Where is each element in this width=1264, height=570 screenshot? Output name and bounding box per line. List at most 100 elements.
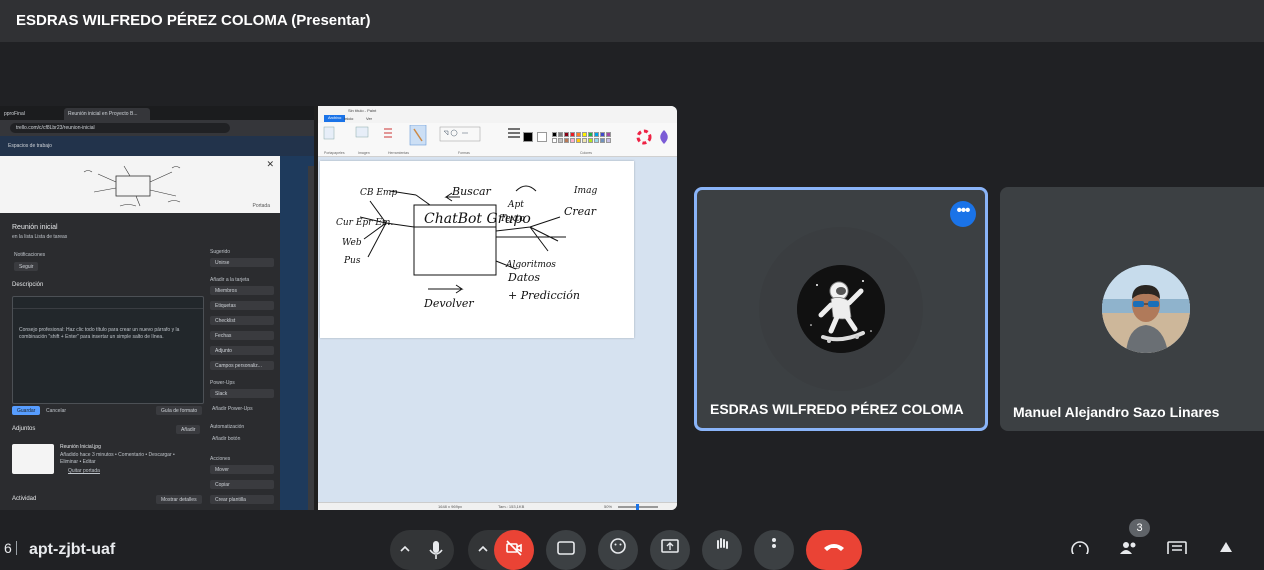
camera-off-button[interactable] bbox=[494, 530, 534, 570]
palette-swatch[interactable] bbox=[576, 132, 581, 137]
canvas-size-text: 1648 x 969px bbox=[438, 504, 463, 509]
browser-tab-active: Reunión inicial en Proyecto B... bbox=[64, 108, 150, 120]
palette-swatch[interactable] bbox=[588, 138, 593, 143]
palette-swatch[interactable] bbox=[552, 138, 557, 143]
meeting-code: apt-zjbt-uaf bbox=[29, 541, 116, 558]
menu-file[interactable]: Archivo bbox=[324, 115, 346, 122]
follow-button[interactable]: Seguir bbox=[14, 262, 39, 271]
palette-swatch[interactable] bbox=[594, 138, 599, 143]
copy-button[interactable]: Copiar bbox=[210, 480, 274, 489]
join-button[interactable]: Unirse bbox=[210, 258, 274, 267]
url-text: trello.com/c/cf8Lbr23/reunion-inicial bbox=[10, 123, 230, 133]
edit-colors-icon[interactable] bbox=[636, 129, 652, 145]
palette-swatch[interactable] bbox=[594, 132, 599, 137]
participant-tile-manuel[interactable]: Manuel Alejandro Sazo Linares bbox=[1000, 187, 1264, 431]
color1-swatch[interactable] bbox=[523, 132, 533, 142]
shared-screen: pproFinal Reunión inicial en Proyecto B.… bbox=[0, 106, 677, 510]
palette-swatch[interactable] bbox=[558, 138, 563, 143]
editor-toolbar bbox=[13, 297, 203, 309]
sketch-devolver-text: Devolver bbox=[423, 297, 474, 310]
svg-text:CB Emp: CB Emp bbox=[360, 188, 397, 198]
more-options-button[interactable]: ••• bbox=[950, 201, 976, 227]
card-title: Reunión inicial bbox=[12, 224, 58, 231]
add-button-link[interactable]: Añadir botón bbox=[212, 436, 240, 442]
sketch-prediccion-text: + Predicción bbox=[508, 289, 580, 302]
palette-swatch[interactable] bbox=[606, 138, 611, 143]
presenter-title: ESDRAS WILFREDO PÉREZ COLOMA (Presentar) bbox=[16, 12, 371, 29]
more-vertical-icon bbox=[772, 538, 776, 548]
palette-swatch[interactable] bbox=[552, 132, 557, 137]
svg-text:Algoritmos: Algoritmos bbox=[505, 260, 556, 270]
microphone-icon[interactable] bbox=[426, 538, 446, 562]
palette-swatch[interactable] bbox=[606, 132, 611, 137]
participant-photo-avatar bbox=[1102, 265, 1190, 353]
trello-window: pproFinal Reunión inicial en Proyecto B.… bbox=[0, 106, 314, 510]
participant-name: ESDRAS WILFREDO PÉREZ COLOMA bbox=[710, 401, 964, 417]
group-clipboard: Portapapeles bbox=[324, 151, 345, 155]
attachment-thumbnail[interactable] bbox=[12, 444, 54, 474]
svg-text:Imag: Imag bbox=[573, 186, 597, 196]
palette-swatch[interactable] bbox=[564, 132, 569, 137]
dates-button[interactable]: Fechas bbox=[210, 331, 274, 340]
checklist-button[interactable]: Checklist bbox=[210, 316, 274, 325]
paint-canvas[interactable]: ChatBot Grupo Buscar Devolver Crear + Pr… bbox=[320, 161, 634, 338]
notifications-label: Notificaciones bbox=[14, 252, 46, 258]
palette-swatch[interactable] bbox=[588, 132, 593, 137]
move-button[interactable]: Mover bbox=[210, 465, 274, 474]
menu-view[interactable]: Ver bbox=[366, 116, 372, 121]
color2-swatch[interactable] bbox=[537, 132, 547, 142]
group-shapes: Formas bbox=[458, 151, 470, 155]
custom-fields-button[interactable]: Campos personaliz... bbox=[210, 361, 274, 370]
participant-name: Manuel Alejandro Sazo Linares bbox=[1013, 404, 1220, 420]
members-button[interactable]: Miembros bbox=[210, 286, 274, 295]
actions-label: Acciones bbox=[210, 456, 231, 462]
raise-hand-button[interactable] bbox=[702, 530, 742, 570]
palette-swatch[interactable] bbox=[558, 132, 563, 137]
chevron-up-icon[interactable] bbox=[398, 542, 412, 556]
more-options-bottom-button[interactable] bbox=[754, 530, 794, 570]
chevron-up-icon[interactable] bbox=[476, 542, 490, 556]
remove-cover-link[interactable]: Quitar portada bbox=[68, 468, 100, 474]
paint-ribbon: Portapapeles Imagen Herramientas Formas … bbox=[318, 123, 677, 157]
participant-tile-esdras[interactable]: ••• ESDRAS WILFREDO PÉREZ COLOMA bbox=[694, 187, 988, 431]
zoom-slider-knob[interactable] bbox=[636, 504, 639, 510]
palette-swatch[interactable] bbox=[600, 132, 605, 137]
attachment-button[interactable]: Adjunto bbox=[210, 346, 274, 355]
board-scrollbar[interactable] bbox=[308, 166, 314, 510]
captions-icon bbox=[557, 541, 575, 555]
cover-button[interactable]: Portada bbox=[252, 203, 270, 209]
palette-swatch[interactable] bbox=[582, 138, 587, 143]
close-icon[interactable]: ✕ bbox=[266, 159, 274, 170]
palette-swatch[interactable] bbox=[564, 138, 569, 143]
menu-home[interactable]: Inicio bbox=[344, 116, 353, 121]
participants-count-badge: 3 bbox=[1129, 519, 1150, 537]
cancel-button[interactable]: Cancelar bbox=[46, 408, 66, 414]
ribbon-tools-icon bbox=[323, 125, 520, 146]
add-powerups-link[interactable]: Añadir Power-Ups bbox=[212, 406, 253, 412]
emoji-button[interactable] bbox=[598, 530, 638, 570]
format-guide-button[interactable]: Guía de formato bbox=[156, 406, 203, 415]
attachment-name[interactable]: Reunión Inicial.jpg bbox=[60, 444, 101, 450]
palette-swatch[interactable] bbox=[570, 132, 575, 137]
mic-control[interactable] bbox=[390, 530, 454, 570]
palette-swatch[interactable] bbox=[570, 138, 575, 143]
make-template-button[interactable]: Crear plantilla bbox=[210, 495, 274, 504]
add-attachment-button[interactable]: Añadir bbox=[176, 425, 201, 434]
paint3d-icon[interactable] bbox=[656, 129, 672, 145]
mindmap-sketch: ChatBot Grupo Buscar Devolver Crear + Pr… bbox=[336, 185, 597, 310]
paint-window: Sin título - Paint Archivo Inicio Ver Po… bbox=[318, 106, 677, 510]
leave-call-button[interactable] bbox=[806, 530, 862, 570]
labels-button[interactable]: Etiquetas bbox=[210, 301, 274, 310]
slack-button[interactable]: Slack bbox=[210, 389, 274, 398]
side-add-label: Añadir a la tarjeta bbox=[210, 277, 250, 283]
palette-swatch[interactable] bbox=[582, 132, 587, 137]
show-details-button[interactable]: Mostrar detalles bbox=[156, 495, 202, 504]
captions-button[interactable] bbox=[546, 530, 586, 570]
present-button[interactable] bbox=[650, 530, 690, 570]
group-colors: Colores bbox=[580, 151, 593, 155]
palette-swatch[interactable] bbox=[600, 138, 605, 143]
save-button[interactable]: Guardar bbox=[12, 406, 41, 415]
description-editor[interactable]: Consejo profesional: Haz clic todo títul… bbox=[12, 296, 204, 404]
card-cover-image: ✕ Portada bbox=[0, 156, 280, 213]
palette-swatch[interactable] bbox=[576, 138, 581, 143]
